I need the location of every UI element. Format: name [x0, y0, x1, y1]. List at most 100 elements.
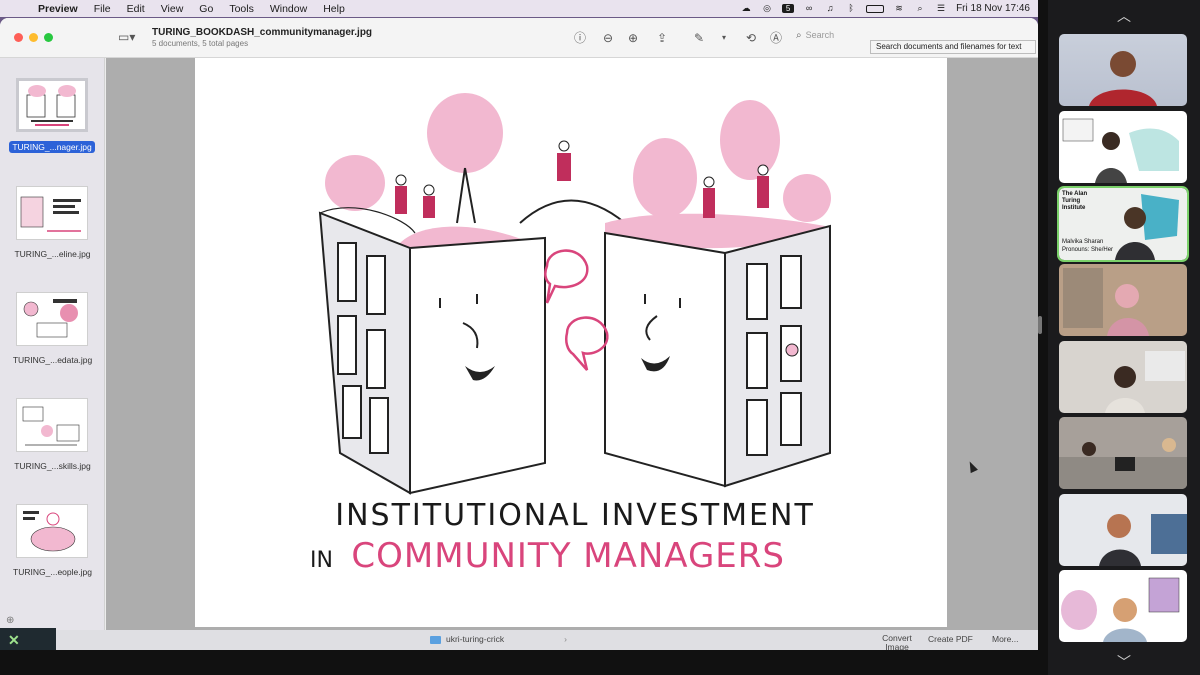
wifi-icon[interactable]: ≋: [893, 4, 905, 13]
info-icon[interactable]: ⓘ: [572, 30, 588, 46]
search-placeholder: Search: [805, 30, 835, 40]
search-field-icon: ⌕: [796, 30, 802, 41]
screen: Preview File Edit View Go Tools Window H…: [0, 0, 1200, 675]
illustration-line-2: IN COMMUNITY MANAGERS: [310, 536, 830, 576]
participant-tile-1[interactable]: [1059, 34, 1187, 106]
participant-org: The Alan Turing Institute: [1062, 191, 1088, 211]
sidebar-item-label: TURING_...eople.jpg: [13, 567, 92, 577]
participant-video: [1099, 514, 1187, 566]
illustration-line-2-prefix: IN: [310, 548, 333, 573]
dock-corner: ✕: [0, 628, 56, 650]
folder-item[interactable]: ukri-turing-crick ›: [430, 634, 567, 644]
participant-video: [1061, 577, 1180, 642]
participant-tile-3[interactable]: The Alan Turing Institute Malvika Sharan…: [1057, 186, 1189, 262]
markup-menu-chevron-icon[interactable]: ▾: [716, 30, 732, 46]
participant-name: Malvika Sharan: [1062, 239, 1104, 245]
participant-video: [1089, 51, 1157, 106]
zoom-out-icon[interactable]: ⊖: [600, 30, 616, 46]
thumbnail-2[interactable]: [16, 186, 88, 240]
chevron-up-icon[interactable]: ︿: [1110, 6, 1138, 24]
window-toolbar: ▭▾ TURING_BOOKDASH_communitymanager.jpg …: [0, 18, 1038, 58]
bluetooth-icon[interactable]: ᛒ: [845, 4, 857, 13]
right-foliage: [605, 100, 831, 249]
rotate-icon[interactable]: ⟲: [743, 30, 759, 46]
zoom-in-icon[interactable]: ⊕: [625, 30, 641, 46]
participant-video: [1105, 351, 1185, 413]
participant-pronouns: Pronouns: She/Her: [1062, 247, 1114, 253]
convert-image-action[interactable]: Convert Image: [880, 634, 914, 651]
menu-view[interactable]: View: [153, 3, 192, 15]
sidebar-item-label: TURING_...nager.jpg: [9, 141, 95, 153]
sidebar-item-2[interactable]: TURING_...eline.jpg: [0, 186, 105, 276]
more-action[interactable]: More...: [992, 634, 1018, 644]
participant-tile-8[interactable]: [1059, 570, 1187, 642]
thumbnail-4[interactable]: [16, 398, 88, 452]
menu-go[interactable]: Go: [191, 3, 221, 15]
sidebar-item-label: TURING_...edata.jpg: [12, 355, 93, 365]
menu-file[interactable]: File: [86, 3, 119, 15]
search-input[interactable]: ⌕ Search: [796, 30, 864, 46]
participant-video: [1063, 268, 1149, 336]
creative-cloud-icon[interactable]: ◎: [761, 4, 773, 13]
headphones-icon[interactable]: ♫: [824, 4, 836, 13]
cloud-icon[interactable]: ☁: [740, 4, 752, 13]
menu-edit[interactable]: Edit: [119, 3, 153, 15]
participant-video: [1062, 118, 1179, 183]
control-center-icon[interactable]: ☰: [935, 4, 947, 13]
thumbnail-1[interactable]: [16, 78, 88, 132]
speech-bubbles: [544, 249, 609, 371]
document-subtitle: 5 documents, 5 total pages: [152, 39, 249, 48]
app-icon[interactable]: ✕: [8, 632, 20, 649]
zoom-window-button[interactable]: [44, 33, 53, 42]
left-building: [318, 211, 546, 495]
chevron-down-icon[interactable]: ﹀: [1110, 652, 1138, 670]
participant-tile-6[interactable]: [1059, 417, 1187, 489]
folder-icon: [430, 635, 441, 644]
resize-handle[interactable]: [1038, 316, 1042, 334]
add-page-icon[interactable]: ⊕: [6, 615, 14, 626]
illustration-line-1: INSTITUTIONAL INVESTMENT: [335, 498, 815, 533]
menu-help[interactable]: Help: [315, 3, 353, 15]
thumbnail-5[interactable]: [16, 504, 88, 558]
minimize-window-button[interactable]: [29, 33, 38, 42]
create-pdf-action[interactable]: Create PDF: [928, 634, 973, 644]
document-title: TURING_BOOKDASH_communitymanager.jpg: [152, 27, 373, 38]
participant-tile-7[interactable]: [1059, 494, 1187, 566]
sidebar-item-1[interactable]: TURING_...nager.jpg: [0, 78, 105, 168]
menubar-clock[interactable]: Fri 18 Nov 17:46: [956, 3, 1030, 14]
chevron-right-icon: ›: [564, 634, 567, 644]
mac-menubar: Preview File Edit View Go Tools Window H…: [0, 0, 1038, 17]
sidebar-item-label: TURING_...skills.jpg: [14, 461, 91, 471]
preview-window: ▭▾ TURING_BOOKDASH_communitymanager.jpg …: [0, 18, 1038, 630]
link-icon[interactable]: ∞: [803, 4, 815, 13]
participant-tile-5[interactable]: [1059, 341, 1187, 413]
close-window-button[interactable]: [14, 33, 23, 42]
menu-window[interactable]: Window: [262, 3, 315, 15]
shared-screen: Preview File Edit View Go Tools Window H…: [0, 0, 1038, 650]
finder-strip: ukri-turing-crick › Convert Image Create …: [56, 630, 1038, 650]
sidebar-item-5[interactable]: TURING_...eople.jpg: [0, 504, 105, 594]
highlight-icon[interactable]: Ⓐ: [768, 30, 784, 46]
participant-tile-4[interactable]: [1059, 264, 1187, 336]
thumbnail-sidebar: TURING_...nager.jpg TURING_...eline.jpg: [0, 58, 105, 630]
sidebar-item-4[interactable]: TURING_...skills.jpg: [0, 398, 105, 488]
search-tooltip: Search documents and filenames for text: [870, 40, 1036, 54]
participant-video: [1059, 438, 1187, 489]
thumbnail-3[interactable]: [16, 292, 88, 346]
battery-icon[interactable]: [866, 4, 885, 13]
menu-app-name[interactable]: Preview: [30, 3, 86, 15]
folder-label: ukri-turing-crick: [446, 634, 505, 644]
document-area: INSTITUTIONAL INVESTMENT IN COMMUNITY MA…: [106, 58, 1038, 630]
right-building: [604, 224, 831, 488]
search-icon[interactable]: ⌕: [914, 4, 926, 13]
sidebar-item-label: TURING_...eline.jpg: [14, 249, 91, 259]
menu-tools[interactable]: Tools: [221, 3, 262, 15]
badge-5-icon[interactable]: 5: [782, 4, 795, 13]
illustration-line-2-emphasis: COMMUNITY MANAGERS: [351, 536, 785, 576]
image-page[interactable]: INSTITUTIONAL INVESTMENT IN COMMUNITY MA…: [195, 58, 947, 627]
participant-tile-2[interactable]: [1059, 111, 1187, 183]
markup-icon[interactable]: ✎: [691, 30, 707, 46]
share-icon[interactable]: ⇪: [654, 30, 670, 46]
sidebar-item-3[interactable]: TURING_...edata.jpg: [0, 292, 105, 382]
sidebar-toggle-icon[interactable]: ▭▾: [118, 30, 140, 44]
